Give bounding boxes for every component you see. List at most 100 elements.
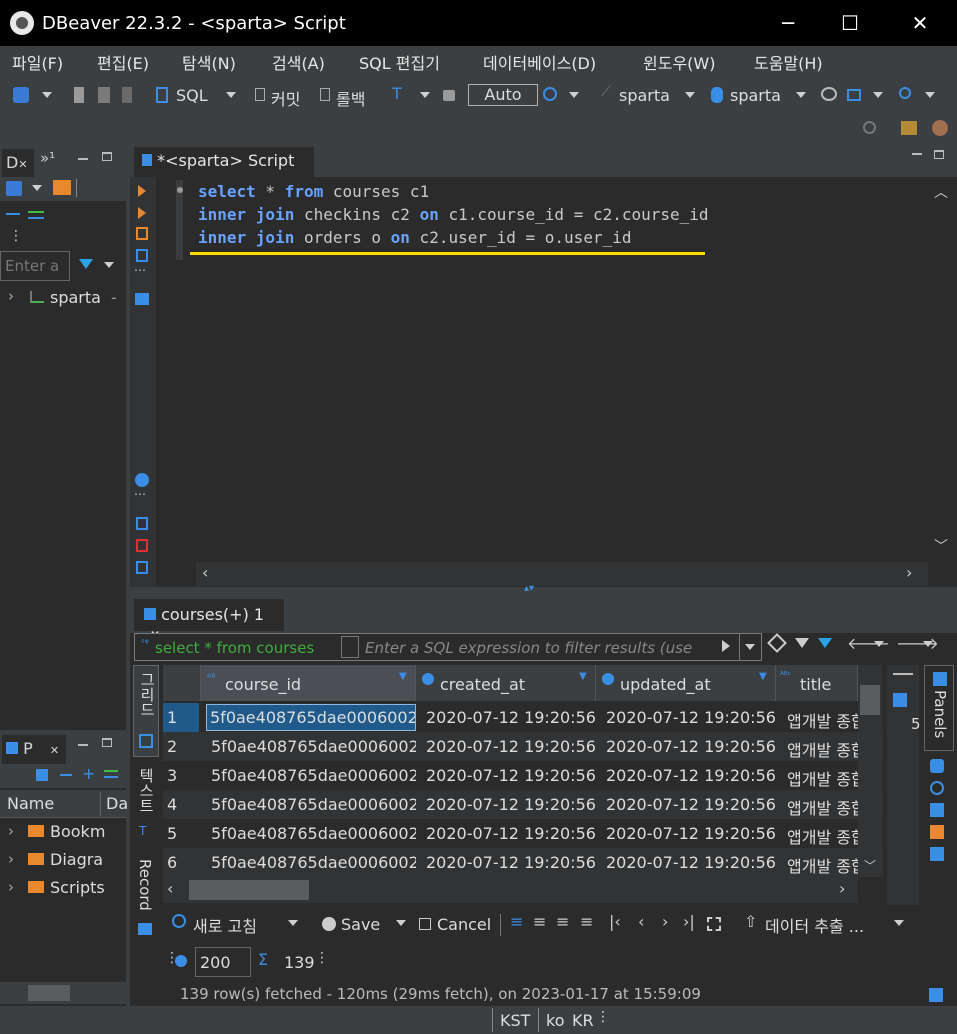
scrollbar-thumb[interactable]	[28, 985, 70, 1001]
menu-file[interactable]: 파일(F)	[12, 50, 63, 74]
export-data-button[interactable]: 데이터 추출 ...	[765, 913, 864, 937]
scrollbar-thumb[interactable]	[189, 880, 309, 900]
table-cell[interactable]: 2020-07-12 19:20:56	[421, 766, 596, 785]
chevron-down-icon[interactable]	[288, 920, 298, 926]
grid-vertical-scrollbar[interactable]: ﹀	[858, 665, 882, 877]
chevron-down-icon[interactable]	[569, 92, 579, 98]
sql-button[interactable]: SQL	[176, 86, 208, 105]
minimize-icon[interactable]	[78, 158, 88, 160]
filter-icon[interactable]	[818, 638, 832, 648]
table-cell[interactable]: 5f0ae408765dae0006002817	[206, 795, 416, 814]
sort-icon[interactable]: ▼	[759, 671, 767, 682]
apply-filter-icon[interactable]	[722, 640, 730, 652]
execute-statement-icon[interactable]	[138, 185, 146, 197]
disconnect-icon[interactable]	[98, 87, 110, 103]
menu-search[interactable]: 검색(A)	[272, 50, 325, 74]
menu-edit[interactable]: 편집(E)	[97, 50, 149, 74]
last-page-icon[interactable]: ›|	[683, 912, 695, 931]
chevron-down-icon[interactable]	[420, 92, 430, 98]
chevron-down-icon[interactable]	[796, 92, 806, 98]
table-row[interactable]: 4 5f0ae408765dae0006002817 2020-07-12 19:2…	[163, 790, 883, 819]
table-cell[interactable]: 2020-07-12 19:20:56	[601, 824, 776, 843]
table-cell[interactable]: 앱개발 종합반	[782, 708, 858, 732]
auto-commit-toggle[interactable]: Auto	[468, 84, 538, 106]
save-button[interactable]: Save	[341, 915, 380, 934]
table-cell[interactable]: 2020-07-12 19:20:56	[601, 766, 776, 785]
column-header-data[interactable]: Da	[106, 794, 128, 813]
chevron-down-icon[interactable]	[42, 92, 52, 98]
table-row[interactable]: 6 5f0ae408765dae0006002817 2020-07-12 19:2…	[163, 848, 883, 877]
edit-icon[interactable]: ≡	[510, 912, 523, 931]
scrollbar-thumb[interactable]	[860, 685, 880, 715]
table-cell[interactable]: 앱개발 종합반	[782, 766, 858, 790]
chevron-down-icon[interactable]	[104, 262, 114, 268]
table-cell[interactable]: 2020-07-12 19:20:56	[601, 853, 776, 872]
new-connection-icon[interactable]	[6, 181, 22, 196]
editor-horizontal-scrollbar[interactable]: ‹ ›	[196, 562, 928, 586]
close-icon[interactable]: ✕	[50, 744, 59, 757]
table-row[interactable]: 5 5f0ae408765dae0006002817 2020-07-12 19:2…	[163, 819, 883, 848]
table-cell[interactable]: 5f0ae408765dae0006002817	[206, 704, 416, 731]
commit-icon[interactable]	[255, 88, 265, 101]
table-cell[interactable]: 2020-07-12 19:20:56	[421, 737, 596, 756]
settings-gear-icon[interactable]	[135, 473, 149, 487]
cancel-icon[interactable]	[419, 918, 431, 930]
execute-new-tab-icon[interactable]	[138, 207, 146, 219]
configure-icon[interactable]	[36, 769, 48, 781]
tab-sparta-script[interactable]: *<sparta> Script ✕	[134, 147, 314, 188]
add-row-icon[interactable]: ≡	[533, 912, 546, 931]
sort-icon[interactable]: ▼	[399, 671, 407, 682]
history-clock-icon[interactable]	[543, 87, 557, 101]
invalidate-icon[interactable]	[122, 87, 132, 103]
scroll-down-icon[interactable]: ﹀	[934, 536, 948, 556]
value-panel-icon[interactable]	[930, 759, 944, 773]
tree-item-sparta[interactable]: sparta	[50, 288, 101, 307]
table-cell[interactable]: 2020-07-12 19:20:56	[421, 795, 596, 814]
table-cell[interactable]: 앱개발 종합반	[782, 795, 858, 819]
chevron-down-icon[interactable]	[874, 641, 884, 647]
schema-selector[interactable]: sparta	[730, 86, 781, 105]
tab-database-navigator[interactable]: D✕	[2, 149, 34, 177]
table-row[interactable]: 3 5f0ae408765dae0006002817 2020-07-12 19:2…	[163, 761, 883, 790]
code-line[interactable]: select * from courses c1	[198, 182, 429, 201]
refresh-icon[interactable]	[172, 914, 186, 928]
expand-chevron-icon[interactable]: ›	[8, 287, 14, 305]
more-options-icon[interactable]: ⋮	[9, 228, 23, 244]
scroll-up-icon[interactable]: ︿	[934, 182, 948, 202]
minimize-button[interactable]: ─	[757, 0, 819, 46]
fold-marker-icon[interactable]	[177, 187, 183, 193]
delete-row-icon[interactable]: ≡	[580, 912, 593, 931]
table-cell[interactable]: 2020-07-12 19:20:56	[421, 708, 596, 727]
fetch-all-icon[interactable]	[707, 917, 721, 931]
format-icon[interactable]	[136, 561, 148, 574]
table-cell[interactable]: 앱개발 종합반	[782, 824, 858, 848]
column-header-name[interactable]: Name	[7, 794, 54, 813]
export-icon[interactable]	[136, 517, 148, 530]
table-cell[interactable]: 2020-07-12 19:20:56	[601, 737, 776, 756]
perspective-icon[interactable]	[901, 121, 917, 135]
folder-icon[interactable]	[53, 180, 71, 195]
table-cell[interactable]: 2020-07-12 19:20:56	[421, 824, 596, 843]
tab-overflow-icon[interactable]: »¹	[40, 149, 55, 167]
horizontal-scrollbar[interactable]	[0, 982, 126, 1004]
lock-icon[interactable]	[443, 90, 455, 101]
project-item-bookmarks[interactable]: Bookm	[50, 822, 105, 841]
table-row[interactable]: 1 5f0ae408765dae0006002817 2020-07-12 19:2…	[163, 703, 883, 732]
copy-row-icon[interactable]: ≡	[556, 912, 569, 931]
connect-icon[interactable]	[74, 87, 84, 103]
references-icon[interactable]	[930, 847, 944, 861]
project-item-diagrams[interactable]: Diagra	[50, 850, 103, 869]
avatar[interactable]	[932, 120, 948, 136]
previous-icon[interactable]: ‹	[638, 912, 644, 931]
scroll-right-icon[interactable]: ›	[906, 563, 912, 582]
chevron-down-icon[interactable]	[396, 920, 406, 926]
restore-icon[interactable]	[929, 988, 943, 1002]
tab-text-view[interactable]: 텍스트 T	[133, 762, 159, 847]
export-data-icon[interactable]: ⇧	[744, 912, 757, 931]
more-options-icon[interactable]: ⋯	[134, 263, 146, 277]
new-connection-icon[interactable]	[13, 87, 29, 103]
column-header-title[interactable]: ᴬᴮᶜ title	[776, 665, 858, 701]
chevron-down-icon[interactable]	[685, 92, 695, 98]
menu-database[interactable]: 데이터베이스(D)	[483, 50, 596, 74]
import-icon[interactable]	[136, 539, 148, 552]
